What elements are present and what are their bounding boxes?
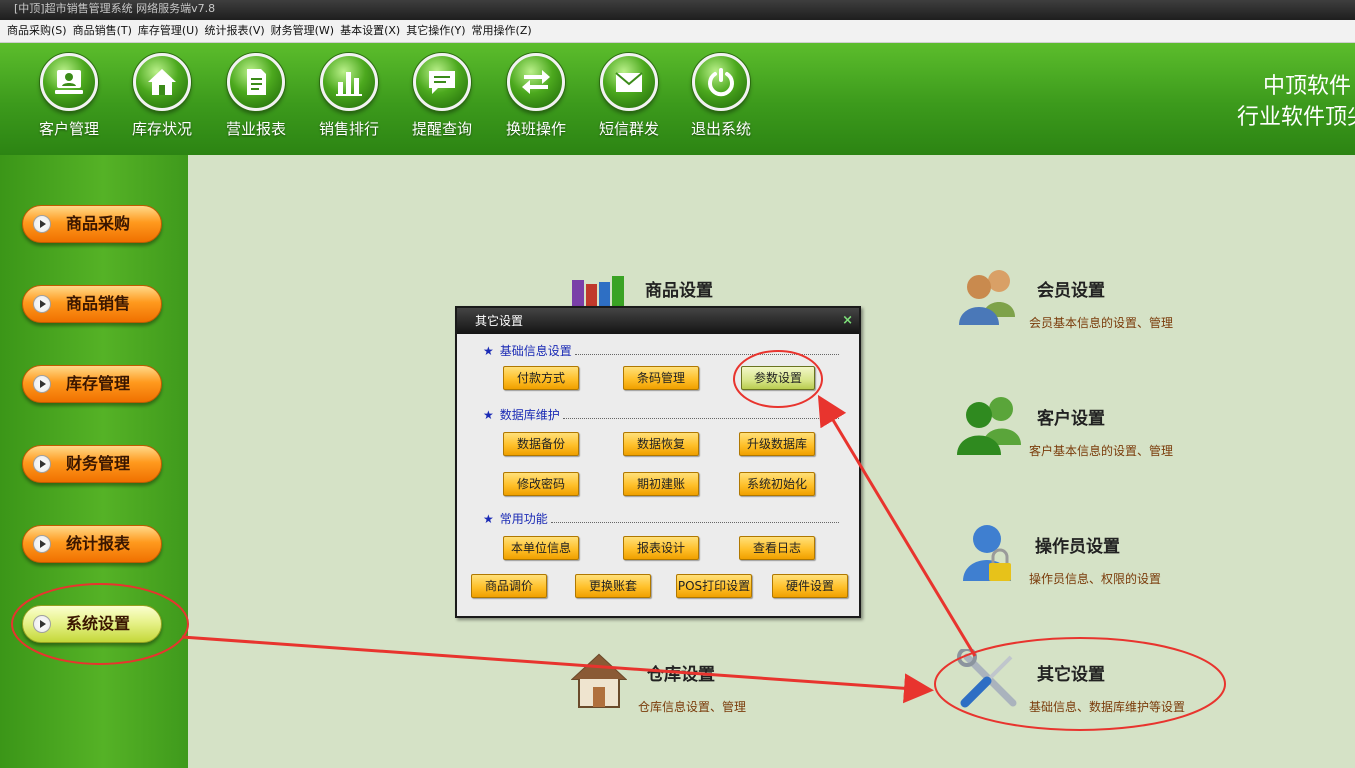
menu-common[interactable]: 常用操作(Z) [469,20,535,42]
menu-bar: 商品采购(S) 商品销售(T) 库存管理(U) 统计报表(V) 财务管理(W) 基本设置(… [0,20,1355,43]
sidebar-item-purchase[interactable]: 商品采购 [22,205,162,243]
toolbar: 客户管理 库存状况 营业报表 销售排行 提醒查询 换班操作 短信群发 退出系统 … [0,43,1355,155]
menu-basic[interactable]: 基本设置(X) [337,20,403,42]
mail-icon [600,53,658,111]
report-design-button[interactable]: 报表设计 [623,536,699,560]
menu-finance[interactable]: 财务管理(W) [268,20,337,42]
section-database: ★ 数据库维护 [483,408,560,422]
tools-wrench-screwdriver-icon [957,649,1017,708]
brand-name: 中顶软件 [1262,74,1351,99]
toolbar-shift-button[interactable]: 换班操作 [496,53,576,139]
switch-account-set-button[interactable]: 更换账套 [575,574,651,598]
toolbar-report-button[interactable]: 营业报表 [216,53,296,139]
play-icon [33,375,51,393]
product-settings-title: 商品设置 [645,281,713,301]
member-settings-title: 会员设置 [1037,281,1105,301]
customer-settings-title: 客户设置 [1037,409,1105,429]
menu-purchase[interactable]: 商品采购(S) [4,20,70,42]
power-icon [692,53,750,111]
window-title-bar: [中顶]超市销售管理系统 网络服务端v7.8 [0,0,1355,20]
hardware-settings-button[interactable]: 硬件设置 [772,574,848,598]
section-divider [551,522,839,523]
system-init-button[interactable]: 系统初始化 [739,472,815,496]
other-settings-dialog: 其它设置 × ★ 基础信息设置 付款方式 条码管理 参数设置 ★ 数据库维护 数据备… [455,306,861,618]
window-title: [中顶]超市销售管理系统 网络服务端v7.8 [14,2,216,15]
section-divider [575,354,839,355]
data-restore-button[interactable]: 数据恢复 [623,432,699,456]
price-adjust-button[interactable]: 商品调价 [471,574,547,598]
sidebar-item-sales[interactable]: 商品销售 [22,285,162,323]
document-icon [227,53,285,111]
sidebar-item-inventory[interactable]: 库存管理 [22,365,162,403]
sidebar-item-reports[interactable]: 统计报表 [22,525,162,563]
dialog-title: 其它设置 [475,314,524,328]
upgrade-database-button[interactable]: 升级数据库 [739,432,815,456]
pos-print-settings-button[interactable]: POS打印设置 [676,574,752,598]
opening-account-button[interactable]: 期初建账 [623,472,699,496]
play-icon [33,215,51,233]
menu-reports[interactable]: 统计报表(V) [202,20,268,42]
operator-lock-icon [963,525,1011,581]
bar-chart-icon [320,53,378,111]
sidebar-item-finance[interactable]: 财务管理 [22,445,162,483]
play-icon [33,615,51,633]
section-basic-info: ★ 基础信息设置 [483,344,572,358]
other-settings-desc: 基础信息、数据库维护等设置 [1029,700,1186,714]
brand-tagline: 行业软件顶尖 [1236,105,1355,130]
toolbar-exit-button[interactable]: 退出系统 [681,53,761,139]
customer-settings-desc: 客户基本信息的设置、管理 [1029,444,1174,458]
data-backup-button[interactable]: 数据备份 [503,432,579,456]
member-settings-desc: 会员基本信息的设置、管理 [1029,316,1174,330]
operator-settings-title: 操作员设置 [1035,537,1120,557]
toolbar-stock-button[interactable]: 库存状况 [122,53,202,139]
message-icon [413,53,471,111]
company-info-button[interactable]: 本单位信息 [503,536,579,560]
parameter-settings-button[interactable]: 参数设置 [741,366,815,390]
sidebar: 商品采购 商品销售 库存管理 财务管理 统计报表 系统设置 [0,155,188,768]
payment-method-button[interactable]: 付款方式 [503,366,579,390]
customer-icon [40,53,98,111]
brand-slogan: 中顶软件 行业软件顶尖 [1165,71,1355,133]
toolbar-ranking-button[interactable]: 销售排行 [309,53,389,139]
sidebar-item-system-settings[interactable]: 系统设置 [22,605,162,643]
swap-arrows-icon [507,53,565,111]
barcode-management-button[interactable]: 条码管理 [623,366,699,390]
warehouse-settings-title: 仓库设置 [647,665,715,685]
play-icon [33,295,51,313]
star-icon: ★ [483,512,494,526]
home-icon [133,53,191,111]
menu-inventory[interactable]: 库存管理(U) [135,20,202,42]
section-common-functions: ★ 常用功能 [483,512,548,526]
section-divider [563,418,839,419]
play-icon [33,535,51,553]
menu-sales[interactable]: 商品销售(T) [70,20,135,42]
warehouse-house-icon [571,653,627,708]
close-icon[interactable]: × [842,308,853,334]
star-icon: ★ [483,408,494,422]
play-icon [33,455,51,473]
toolbar-customer-button[interactable]: 客户管理 [29,53,109,139]
customer-group-icon [957,397,1021,455]
members-icon [959,270,1015,325]
other-settings-title: 其它设置 [1037,665,1105,685]
annotation-arrow [181,635,934,704]
view-log-button[interactable]: 查看日志 [739,536,815,560]
toolbar-reminder-button[interactable]: 提醒查询 [402,53,482,139]
change-password-button[interactable]: 修改密码 [503,472,579,496]
menu-other[interactable]: 其它操作(Y) [403,20,468,42]
operator-settings-desc: 操作员信息、权限的设置 [1029,572,1162,586]
star-icon: ★ [483,344,494,358]
toolbar-sms-button[interactable]: 短信群发 [589,53,669,139]
warehouse-settings-desc: 仓库信息设置、管理 [638,700,747,714]
dialog-title-bar: 其它设置 × [457,308,859,334]
